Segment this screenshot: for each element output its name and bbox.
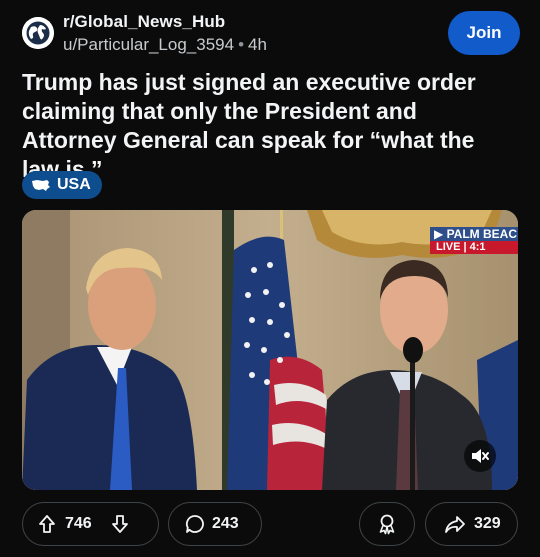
award-button[interactable]	[359, 502, 415, 546]
post-card[interactable]: r/Global_News_Hub u/Particular_Log_3594 •…	[0, 0, 540, 557]
comments-button[interactable]: 243	[168, 502, 262, 546]
share-button[interactable]: 329	[425, 502, 518, 546]
post-actions: 746 243 329	[22, 502, 518, 546]
subreddit-name[interactable]: r/Global_News_Hub	[63, 12, 225, 32]
upvote-arrow-icon[interactable]	[37, 514, 57, 534]
subreddit-avatar[interactable]	[22, 17, 54, 49]
post-flair[interactable]: USA	[22, 171, 102, 199]
video-player[interactable]: ▶ PALM BEAC LIVE | 4:1	[22, 210, 518, 490]
downvote-arrow-icon[interactable]	[110, 514, 130, 534]
live-indicator: LIVE | 4:1	[430, 241, 518, 254]
comment-bubble-icon	[185, 515, 204, 533]
speaker-muted-icon	[472, 449, 489, 463]
share-arrow-icon	[445, 516, 465, 533]
us-map-icon	[32, 180, 50, 191]
join-button[interactable]: Join	[448, 11, 520, 55]
vote-control: 746	[22, 502, 159, 546]
author-name[interactable]: u/Particular_Log_3594	[63, 35, 234, 54]
mute-toggle-button[interactable]	[464, 440, 496, 472]
post-age: 4h	[248, 35, 267, 54]
broadcast-location: ▶ PALM BEAC	[430, 227, 518, 241]
post-header: r/Global_News_Hub u/Particular_Log_3594 •…	[22, 10, 520, 56]
news-overlay: ▶ PALM BEAC LIVE | 4:1	[430, 227, 518, 254]
meta-separator: •	[238, 35, 245, 54]
post-title[interactable]: Trump has just signed an executive order…	[22, 68, 512, 184]
award-icon	[379, 514, 395, 535]
comment-count: 243	[212, 515, 239, 532]
flair-label: USA	[57, 176, 91, 193]
upvote-count: 746	[65, 515, 92, 532]
globe-icon	[22, 17, 54, 49]
share-count: 329	[474, 515, 501, 532]
post-meta: u/Particular_Log_3594 • 4h	[63, 35, 267, 55]
